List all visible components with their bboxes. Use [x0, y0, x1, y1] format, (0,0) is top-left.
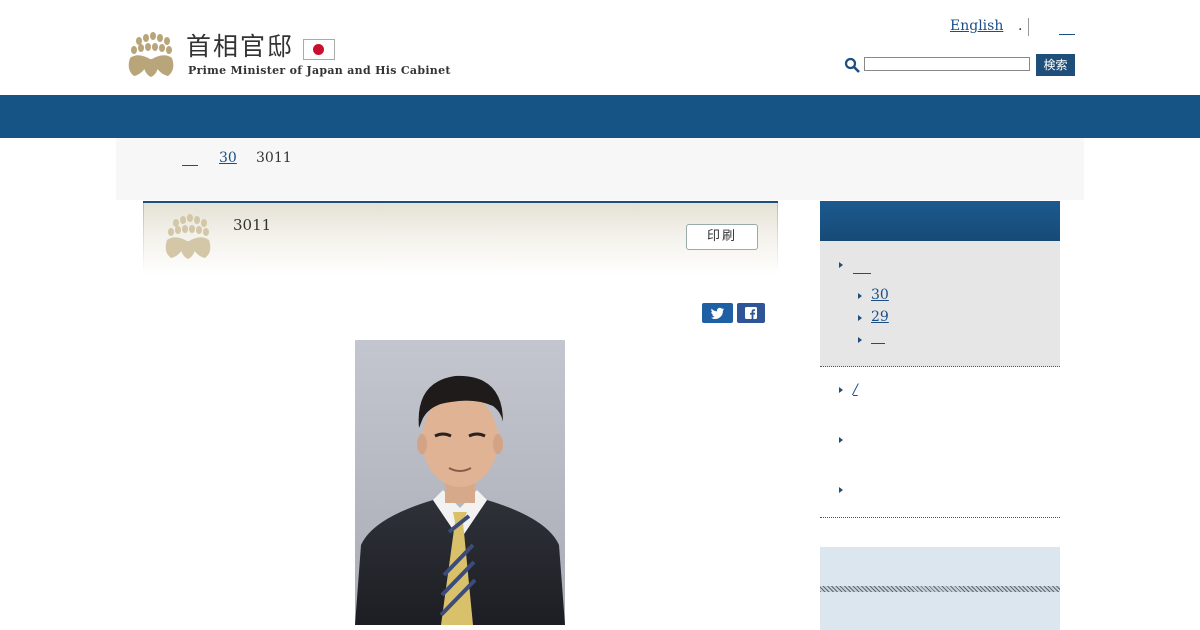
sidebar-banner-bottom	[820, 592, 1060, 630]
english-link[interactable]: English	[950, 18, 1003, 34]
search-bar: 検索	[844, 54, 1079, 78]
dot-link[interactable]: .	[1018, 18, 1022, 34]
triangle-bullet-icon	[858, 293, 862, 299]
breadcrumb-year-link[interactable]: 30	[219, 150, 237, 166]
breadcrumb-home-link[interactable]	[182, 156, 198, 166]
triangle-bullet-icon	[858, 337, 862, 343]
sidebar-item-main-link[interactable]	[853, 261, 871, 274]
logo-title: 首相官邸	[186, 32, 295, 61]
site-header: 首相官邸 Prime Minister of Japan and His Cab…	[0, 0, 1200, 95]
triangle-bullet-icon	[839, 437, 843, 443]
breadcrumb: 30 3011	[116, 138, 1084, 200]
japan-flag-icon	[303, 39, 335, 60]
triangle-bullet-icon	[839, 487, 843, 493]
print-button[interactable]: 印刷	[686, 224, 758, 250]
search-icon	[844, 57, 860, 73]
twitter-share-button[interactable]	[702, 303, 733, 323]
search-input[interactable]	[864, 57, 1030, 71]
sidebar-banner-top	[820, 547, 1060, 586]
logo-subtitle: Prime Minister of Japan and His Cabinet	[188, 64, 451, 77]
link-divider	[1028, 18, 1029, 36]
article-title: 3011	[233, 216, 272, 234]
sidebar-subitem-link[interactable]	[871, 331, 885, 344]
portrait-photo	[355, 340, 565, 625]
sidebar-group: 30 29	[820, 241, 1060, 367]
twitter-icon	[711, 307, 725, 319]
article-header: 3011 印刷	[143, 201, 778, 275]
triangle-bullet-icon	[839, 262, 843, 268]
sidebar-row[interactable]	[820, 467, 1060, 518]
facebook-icon	[745, 307, 757, 319]
triangle-bullet-icon	[839, 387, 843, 393]
search-button[interactable]: 検索	[1036, 54, 1075, 76]
facebook-share-button[interactable]	[737, 303, 765, 323]
language-link[interactable]	[1059, 18, 1075, 35]
triangle-bullet-icon	[858, 315, 862, 321]
paulownia-emblem-icon	[128, 32, 174, 77]
portrait-image	[355, 340, 565, 625]
sidebar-row[interactable]	[820, 417, 1060, 468]
sidebar-subitem-30[interactable]: 30	[871, 287, 889, 303]
top-links: English .	[930, 18, 1080, 38]
global-navigation-bar	[0, 95, 1200, 138]
paulownia-emblem-icon	[165, 214, 211, 259]
breadcrumb-current: 3011	[256, 150, 292, 166]
sidebar-header	[820, 201, 1060, 241]
sidebar-row-link[interactable]: /	[853, 382, 858, 398]
sidebar-row[interactable]: /	[820, 367, 1060, 418]
site-logo[interactable]: 首相官邸 Prime Minister of Japan and His Cab…	[126, 32, 450, 80]
sidebar-subitem-29[interactable]: 29	[871, 309, 889, 325]
